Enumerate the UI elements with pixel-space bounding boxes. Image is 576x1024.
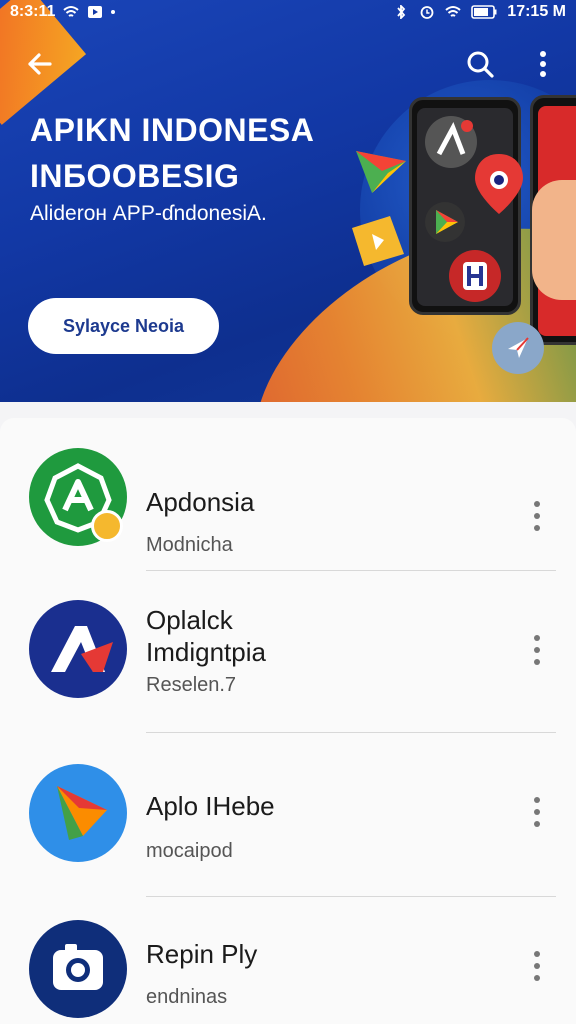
hero-title-line-2: INБOOBESIG <box>30 158 240 194</box>
play-app-icon <box>425 202 465 242</box>
alarm-icon <box>420 6 434 19</box>
h-app-icon <box>449 250 501 302</box>
folder-floating-icon <box>352 216 404 266</box>
app-title: Repin Ply <box>146 939 258 969</box>
app-avatar <box>29 600 127 698</box>
phone-mockup <box>409 97 523 315</box>
divider <box>146 570 556 571</box>
hero-title-line-1: APIKN INDONESA <box>30 112 315 148</box>
list-item[interactable]: Aplo IHebe mocaipod <box>0 740 576 900</box>
app-avatar <box>29 764 127 862</box>
app-avatar <box>29 920 127 1018</box>
hero-banner: 8:3:11 17:15 M APIKN INDONESA INБOOBESIG… <box>0 0 576 402</box>
app-subtitle: Reselen.7 <box>146 674 237 696</box>
list-item[interactable]: Apdonsia Modnicha <box>0 440 576 600</box>
map-pin-app-icon <box>475 154 523 214</box>
app-avatar <box>29 448 127 546</box>
notification-dot-icon <box>111 10 116 14</box>
play-triangle-icon <box>57 786 107 840</box>
search-button[interactable] <box>462 46 502 82</box>
app-list: Apdonsia Modnicha Oplalck Imdigntpia Res… <box>0 418 576 1024</box>
app-title: Oplalck Imdigntpia <box>146 605 266 667</box>
hero-subtitle: Aliderон APP-ɗndonesiA. <box>30 202 267 225</box>
list-item[interactable]: Repin Ply endninas <box>0 902 576 1024</box>
hand-illustration <box>532 180 576 300</box>
status-time: 8:3:11 <box>10 3 56 20</box>
arrow-left-icon <box>28 53 52 75</box>
battery-icon <box>471 5 497 19</box>
divider <box>146 896 556 897</box>
item-menu-icon[interactable] <box>524 496 550 536</box>
list-item[interactable]: Oplalck Imdigntpia Reselen.7 <box>0 578 576 738</box>
camera-icon <box>53 944 103 990</box>
app-subtitle: mocaipod <box>146 840 233 862</box>
more-vertical-icon <box>540 51 546 77</box>
status-clock: 17:15 M <box>507 3 566 20</box>
top-app-bar <box>0 40 576 88</box>
play-store-floating-icon <box>356 151 406 193</box>
tool-app-icon <box>425 116 477 168</box>
app-subtitle: endninas <box>146 986 228 1008</box>
app-title: Apdonsia <box>146 487 255 517</box>
item-menu-icon[interactable] <box>524 946 550 986</box>
search-icon <box>467 51 494 78</box>
wifi-status-icon <box>63 6 80 17</box>
bluetooth-icon <box>397 5 406 19</box>
hero-cta-button[interactable]: Sylayce Neoia <box>28 298 219 354</box>
status-bar: 8:3:11 17:15 M <box>0 0 576 24</box>
youtube-notification-icon <box>88 6 103 18</box>
update-badge-icon <box>91 510 123 542</box>
wifi-signal-icon <box>445 6 461 17</box>
overflow-menu-button[interactable] <box>528 46 558 82</box>
item-menu-icon[interactable] <box>524 792 550 832</box>
phone-screen <box>417 108 523 306</box>
divider <box>146 732 556 733</box>
red-a-icon <box>51 626 113 672</box>
app-title: Aplo IHebe <box>146 791 275 821</box>
share-fab[interactable] <box>492 322 544 374</box>
app-subtitle: Modnicha <box>146 534 233 556</box>
send-icon <box>508 337 529 358</box>
hero-title: APIKN INDONESA INБOOBESIG <box>30 107 314 199</box>
item-menu-icon[interactable] <box>524 630 550 670</box>
back-button[interactable] <box>22 46 58 82</box>
